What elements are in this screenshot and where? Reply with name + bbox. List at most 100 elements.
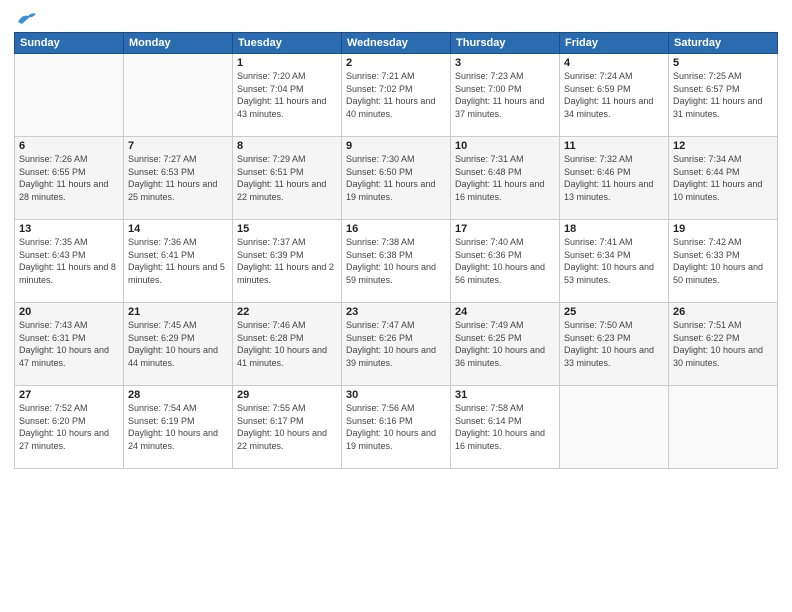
- calendar-header-tuesday: Tuesday: [233, 33, 342, 54]
- day-number: 16: [346, 223, 446, 235]
- day-number: 30: [346, 389, 446, 401]
- day-info: Sunrise: 7:32 AM Sunset: 6:46 PM Dayligh…: [564, 153, 664, 203]
- day-number: 27: [19, 389, 119, 401]
- day-number: 24: [455, 306, 555, 318]
- day-info: Sunrise: 7:38 AM Sunset: 6:38 PM Dayligh…: [346, 236, 446, 286]
- day-info: Sunrise: 7:26 AM Sunset: 6:55 PM Dayligh…: [19, 153, 119, 203]
- calendar-cell: 8Sunrise: 7:29 AM Sunset: 6:51 PM Daylig…: [233, 137, 342, 220]
- day-number: 21: [128, 306, 228, 318]
- day-info: Sunrise: 7:31 AM Sunset: 6:48 PM Dayligh…: [455, 153, 555, 203]
- calendar-cell: 28Sunrise: 7:54 AM Sunset: 6:19 PM Dayli…: [124, 386, 233, 469]
- calendar-cell: 12Sunrise: 7:34 AM Sunset: 6:44 PM Dayli…: [669, 137, 778, 220]
- calendar-cell: 7Sunrise: 7:27 AM Sunset: 6:53 PM Daylig…: [124, 137, 233, 220]
- calendar-header-friday: Friday: [560, 33, 669, 54]
- day-info: Sunrise: 7:42 AM Sunset: 6:33 PM Dayligh…: [673, 236, 773, 286]
- day-info: Sunrise: 7:36 AM Sunset: 6:41 PM Dayligh…: [128, 236, 228, 286]
- day-number: 10: [455, 140, 555, 152]
- calendar-week-row: 13Sunrise: 7:35 AM Sunset: 6:43 PM Dayli…: [15, 220, 778, 303]
- calendar-cell: 15Sunrise: 7:37 AM Sunset: 6:39 PM Dayli…: [233, 220, 342, 303]
- calendar-cell: 17Sunrise: 7:40 AM Sunset: 6:36 PM Dayli…: [451, 220, 560, 303]
- calendar-cell: 31Sunrise: 7:58 AM Sunset: 6:14 PM Dayli…: [451, 386, 560, 469]
- day-info: Sunrise: 7:52 AM Sunset: 6:20 PM Dayligh…: [19, 402, 119, 452]
- calendar-header-wednesday: Wednesday: [342, 33, 451, 54]
- day-number: 13: [19, 223, 119, 235]
- day-info: Sunrise: 7:51 AM Sunset: 6:22 PM Dayligh…: [673, 319, 773, 369]
- calendar-cell: [560, 386, 669, 469]
- day-info: Sunrise: 7:47 AM Sunset: 6:26 PM Dayligh…: [346, 319, 446, 369]
- day-info: Sunrise: 7:21 AM Sunset: 7:02 PM Dayligh…: [346, 70, 446, 120]
- day-info: Sunrise: 7:20 AM Sunset: 7:04 PM Dayligh…: [237, 70, 337, 120]
- day-info: Sunrise: 7:45 AM Sunset: 6:29 PM Dayligh…: [128, 319, 228, 369]
- calendar-cell: 14Sunrise: 7:36 AM Sunset: 6:41 PM Dayli…: [124, 220, 233, 303]
- page: SundayMondayTuesdayWednesdayThursdayFrid…: [0, 0, 792, 612]
- day-info: Sunrise: 7:27 AM Sunset: 6:53 PM Dayligh…: [128, 153, 228, 203]
- day-number: 6: [19, 140, 119, 152]
- day-number: 17: [455, 223, 555, 235]
- calendar-cell: 20Sunrise: 7:43 AM Sunset: 6:31 PM Dayli…: [15, 303, 124, 386]
- calendar-cell: 16Sunrise: 7:38 AM Sunset: 6:38 PM Dayli…: [342, 220, 451, 303]
- day-info: Sunrise: 7:58 AM Sunset: 6:14 PM Dayligh…: [455, 402, 555, 452]
- day-number: 19: [673, 223, 773, 235]
- calendar-cell: 26Sunrise: 7:51 AM Sunset: 6:22 PM Dayli…: [669, 303, 778, 386]
- day-info: Sunrise: 7:56 AM Sunset: 6:16 PM Dayligh…: [346, 402, 446, 452]
- calendar-cell: 27Sunrise: 7:52 AM Sunset: 6:20 PM Dayli…: [15, 386, 124, 469]
- day-number: 11: [564, 140, 664, 152]
- calendar-header-sunday: Sunday: [15, 33, 124, 54]
- day-info: Sunrise: 7:29 AM Sunset: 6:51 PM Dayligh…: [237, 153, 337, 203]
- day-info: Sunrise: 7:25 AM Sunset: 6:57 PM Dayligh…: [673, 70, 773, 120]
- day-info: Sunrise: 7:41 AM Sunset: 6:34 PM Dayligh…: [564, 236, 664, 286]
- calendar-cell: 3Sunrise: 7:23 AM Sunset: 7:00 PM Daylig…: [451, 54, 560, 137]
- day-number: 18: [564, 223, 664, 235]
- day-info: Sunrise: 7:49 AM Sunset: 6:25 PM Dayligh…: [455, 319, 555, 369]
- calendar-cell: 13Sunrise: 7:35 AM Sunset: 6:43 PM Dayli…: [15, 220, 124, 303]
- header: [14, 10, 778, 26]
- day-info: Sunrise: 7:34 AM Sunset: 6:44 PM Dayligh…: [673, 153, 773, 203]
- day-info: Sunrise: 7:30 AM Sunset: 6:50 PM Dayligh…: [346, 153, 446, 203]
- day-info: Sunrise: 7:40 AM Sunset: 6:36 PM Dayligh…: [455, 236, 555, 286]
- calendar-cell: 24Sunrise: 7:49 AM Sunset: 6:25 PM Dayli…: [451, 303, 560, 386]
- calendar-cell: 11Sunrise: 7:32 AM Sunset: 6:46 PM Dayli…: [560, 137, 669, 220]
- calendar-cell: 5Sunrise: 7:25 AM Sunset: 6:57 PM Daylig…: [669, 54, 778, 137]
- calendar-cell: 10Sunrise: 7:31 AM Sunset: 6:48 PM Dayli…: [451, 137, 560, 220]
- calendar-cell: 22Sunrise: 7:46 AM Sunset: 6:28 PM Dayli…: [233, 303, 342, 386]
- day-number: 31: [455, 389, 555, 401]
- calendar-cell: [669, 386, 778, 469]
- calendar-cell: [15, 54, 124, 137]
- day-info: Sunrise: 7:43 AM Sunset: 6:31 PM Dayligh…: [19, 319, 119, 369]
- calendar-cell: 21Sunrise: 7:45 AM Sunset: 6:29 PM Dayli…: [124, 303, 233, 386]
- day-number: 26: [673, 306, 773, 318]
- day-number: 14: [128, 223, 228, 235]
- day-info: Sunrise: 7:54 AM Sunset: 6:19 PM Dayligh…: [128, 402, 228, 452]
- calendar-cell: 6Sunrise: 7:26 AM Sunset: 6:55 PM Daylig…: [15, 137, 124, 220]
- calendar-header-thursday: Thursday: [451, 33, 560, 54]
- day-number: 2: [346, 57, 446, 69]
- day-number: 1: [237, 57, 337, 69]
- calendar-cell: [124, 54, 233, 137]
- day-number: 12: [673, 140, 773, 152]
- calendar-cell: 19Sunrise: 7:42 AM Sunset: 6:33 PM Dayli…: [669, 220, 778, 303]
- calendar-table: SundayMondayTuesdayWednesdayThursdayFrid…: [14, 32, 778, 469]
- calendar-header-monday: Monday: [124, 33, 233, 54]
- day-number: 15: [237, 223, 337, 235]
- calendar-cell: 23Sunrise: 7:47 AM Sunset: 6:26 PM Dayli…: [342, 303, 451, 386]
- day-number: 3: [455, 57, 555, 69]
- day-info: Sunrise: 7:37 AM Sunset: 6:39 PM Dayligh…: [237, 236, 337, 286]
- calendar-week-row: 27Sunrise: 7:52 AM Sunset: 6:20 PM Dayli…: [15, 386, 778, 469]
- calendar-header-row: SundayMondayTuesdayWednesdayThursdayFrid…: [15, 33, 778, 54]
- day-number: 25: [564, 306, 664, 318]
- calendar-week-row: 6Sunrise: 7:26 AM Sunset: 6:55 PM Daylig…: [15, 137, 778, 220]
- day-info: Sunrise: 7:24 AM Sunset: 6:59 PM Dayligh…: [564, 70, 664, 120]
- calendar-week-row: 1Sunrise: 7:20 AM Sunset: 7:04 PM Daylig…: [15, 54, 778, 137]
- day-number: 20: [19, 306, 119, 318]
- day-number: 28: [128, 389, 228, 401]
- calendar-week-row: 20Sunrise: 7:43 AM Sunset: 6:31 PM Dayli…: [15, 303, 778, 386]
- day-info: Sunrise: 7:55 AM Sunset: 6:17 PM Dayligh…: [237, 402, 337, 452]
- day-number: 22: [237, 306, 337, 318]
- calendar-cell: 29Sunrise: 7:55 AM Sunset: 6:17 PM Dayli…: [233, 386, 342, 469]
- logo: [14, 10, 38, 26]
- day-number: 29: [237, 389, 337, 401]
- day-number: 4: [564, 57, 664, 69]
- day-info: Sunrise: 7:23 AM Sunset: 7:00 PM Dayligh…: [455, 70, 555, 120]
- calendar-header-saturday: Saturday: [669, 33, 778, 54]
- calendar-cell: 4Sunrise: 7:24 AM Sunset: 6:59 PM Daylig…: [560, 54, 669, 137]
